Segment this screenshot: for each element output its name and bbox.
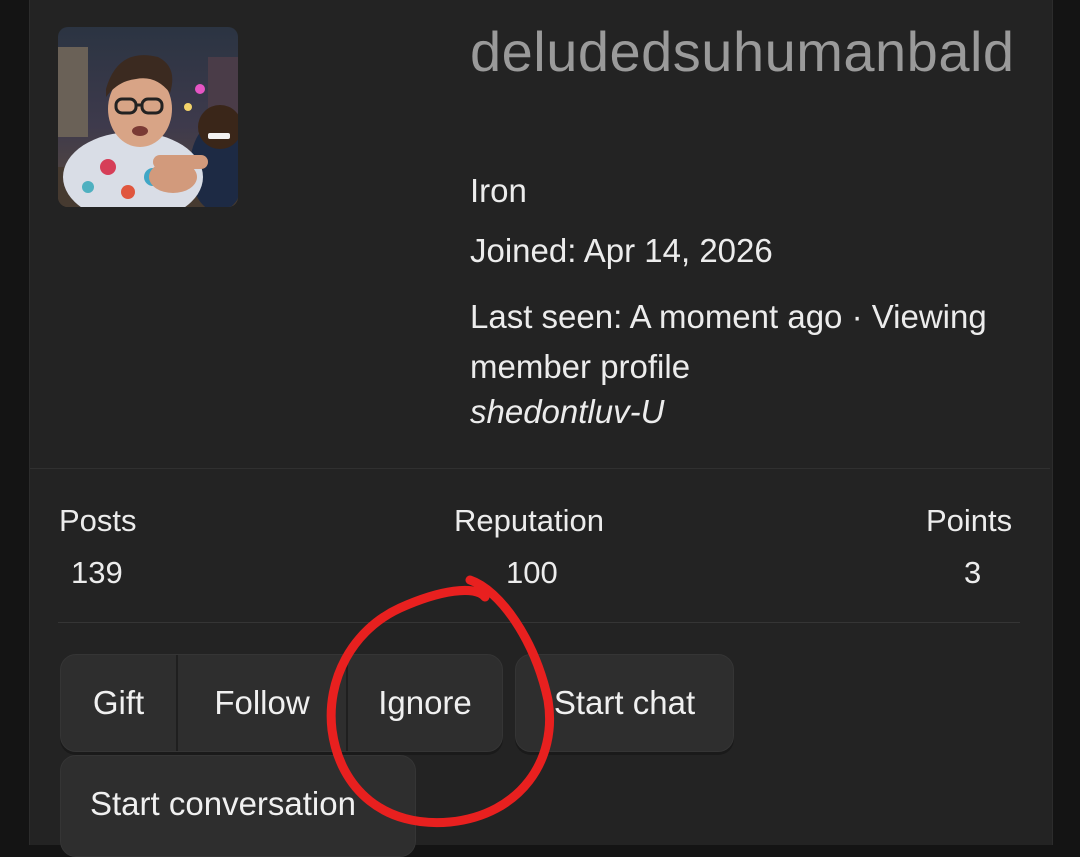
stat-points[interactable]: Points 3: [926, 503, 1012, 591]
page-background: deludedsuhumanbald Iron Joined: Apr 14, …: [0, 0, 1080, 857]
stat-posts[interactable]: Posts 139: [59, 503, 137, 591]
stat-points-label: Points: [926, 503, 1013, 538]
gift-button[interactable]: Gift: [61, 655, 176, 751]
section-divider: [30, 468, 1050, 469]
stat-reputation[interactable]: Reputation 100: [454, 503, 604, 591]
stat-posts-value: 139: [71, 555, 123, 590]
stat-posts-label: Posts: [59, 503, 137, 538]
stat-points-value: 3: [964, 555, 982, 590]
start-conversation-button[interactable]: Start conversation: [61, 756, 415, 852]
user-rank: Iron: [470, 172, 527, 209]
follow-button[interactable]: Follow: [176, 655, 346, 751]
last-seen: Last seen: A moment ago · Viewing member…: [470, 298, 987, 385]
start-chat-button[interactable]: Start chat: [516, 655, 733, 751]
username: deludedsuhumanbald: [470, 20, 1015, 83]
profile-action-group: Gift Follow Ignore: [60, 654, 503, 752]
stats-divider: [58, 622, 1020, 623]
stat-reputation-label: Reputation: [454, 503, 604, 538]
start-conversation-container: Start conversation: [60, 755, 416, 857]
stat-reputation-value: 100: [506, 555, 558, 590]
activity-link[interactable]: shedontluv-U: [470, 393, 664, 431]
ignore-button[interactable]: Ignore: [346, 655, 502, 751]
avatar[interactable]: [58, 27, 238, 207]
joined-date: Joined: Apr 14, 2026: [470, 232, 773, 269]
start-chat-container: Start chat: [515, 654, 734, 752]
avatar-photo: [58, 27, 238, 207]
